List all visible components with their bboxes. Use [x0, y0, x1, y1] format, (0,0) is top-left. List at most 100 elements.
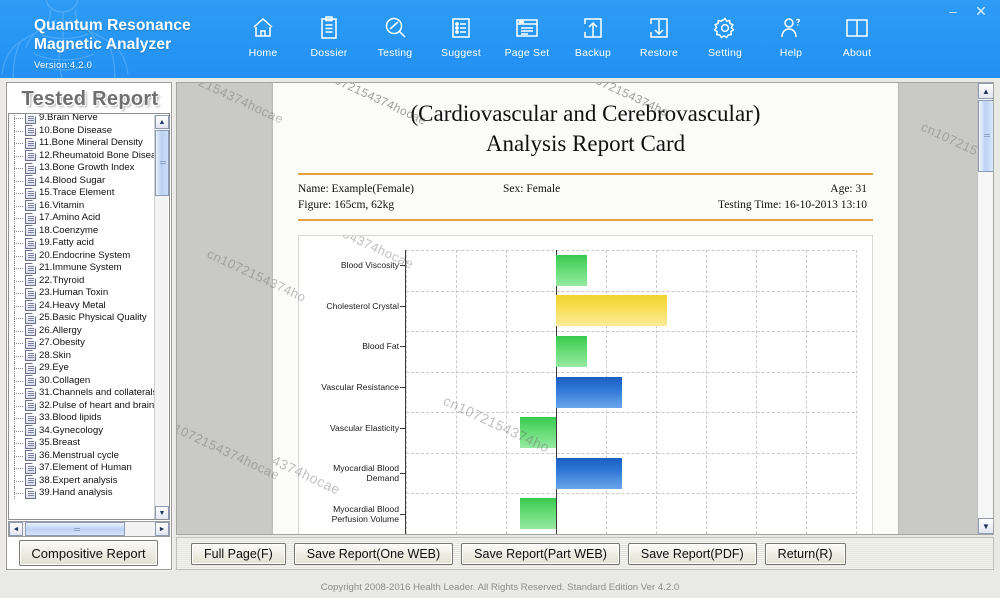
nav-backup-label: Backup: [575, 47, 611, 59]
tree-item[interactable]: 12.Rheumatoid Bone Disease: [13, 150, 155, 163]
tree-item-label: 9.Brain Nerve: [39, 113, 98, 124]
tree-item-label: 11.Bone Mineral Density: [39, 137, 143, 149]
minimize-button[interactable]: –: [940, 2, 966, 20]
compositive-report-button[interactable]: Compositive Report: [19, 540, 158, 566]
chart-y-tick: [400, 473, 406, 474]
tree-item[interactable]: 26.Allergy: [13, 325, 155, 338]
tree-item[interactable]: 14.Blood Sugar: [13, 175, 155, 188]
tree-item[interactable]: 37.Element of Human: [13, 462, 155, 475]
window-controls: – ✕: [940, 2, 994, 20]
nav-testing-label: Testing: [378, 47, 413, 59]
document-icon: [25, 250, 36, 261]
tree-item[interactable]: 9.Brain Nerve: [13, 113, 155, 125]
tree-item[interactable]: 27.Obesity: [13, 337, 155, 350]
tree-branch-icon: [13, 350, 25, 362]
document-icon: [25, 275, 36, 286]
scroll-left-button[interactable]: ◄: [9, 522, 23, 536]
tree-item[interactable]: 22.Thyroid: [13, 275, 155, 288]
tree-branch-icon: [13, 387, 25, 399]
document-icon: [25, 313, 36, 324]
report-page: (Cardiovascular and Cerebrovascular) Ana…: [273, 83, 898, 535]
nav-home[interactable]: Home: [230, 12, 296, 70]
report-scroll-up-button[interactable]: ▲: [978, 83, 994, 99]
tree-hscroll-thumb[interactable]: [25, 522, 125, 536]
scroll-right-button[interactable]: ►: [155, 522, 169, 536]
tree-item[interactable]: 33.Blood lipids: [13, 412, 155, 425]
tree-item[interactable]: 13.Bone Growth Index: [13, 162, 155, 175]
tree-branch-icon: [13, 462, 25, 474]
save-report-part-web-button[interactable]: Save Report(Part WEB): [461, 543, 620, 565]
tree-item[interactable]: 32.Pulse of heart and brain: [13, 400, 155, 413]
tree-item[interactable]: 19.Fatty acid: [13, 237, 155, 250]
full-page-button[interactable]: Full Page(F): [191, 543, 286, 565]
nav-page-set[interactable]: Page Set: [494, 12, 560, 70]
tree-item[interactable]: 29.Eye: [13, 362, 155, 375]
tree-item-label: 20.Endocrine System: [39, 250, 130, 262]
document-icon: [25, 263, 36, 274]
document-icon: [25, 213, 36, 224]
tree-branch-icon: [13, 212, 25, 224]
tree-branch-icon: [13, 125, 25, 137]
tree-item-label: 30.Collagen: [39, 375, 90, 387]
close-button[interactable]: ✕: [968, 2, 994, 20]
scroll-up-button[interactable]: ▲: [155, 115, 169, 129]
return-button[interactable]: Return(R): [765, 543, 846, 565]
tree-item[interactable]: 11.Bone Mineral Density: [13, 137, 155, 150]
report-tree-list[interactable]: 9.Brain Nerve10.Bone Disease11.Bone Mine…: [9, 113, 155, 517]
tree-item[interactable]: 36.Menstrual cycle: [13, 450, 155, 463]
tree-scroll-thumb[interactable]: [155, 130, 169, 196]
tree-item[interactable]: 39.Hand analysis: [13, 487, 155, 500]
scroll-down-button[interactable]: ▼: [155, 506, 169, 520]
tree-vertical-scrollbar[interactable]: ▲ ▼: [154, 115, 168, 520]
tree-branch-icon: [13, 250, 25, 262]
save-report-pdf-button[interactable]: Save Report(PDF): [628, 543, 757, 565]
nav-about[interactable]: About: [824, 12, 890, 70]
document-icon: [25, 288, 36, 299]
tree-item[interactable]: 23.Human Toxin: [13, 287, 155, 300]
chart-y-label-text: Vascular Elasticity: [330, 423, 399, 433]
tree-branch-icon: [13, 200, 25, 212]
clipboard-icon: [313, 12, 345, 44]
tree-item-label: 31.Channels and collaterals: [39, 387, 155, 399]
nav-dossier[interactable]: Dossier: [296, 12, 362, 70]
tree-item[interactable]: 31.Channels and collaterals: [13, 387, 155, 400]
chart-y-label: Blood Viscosity: [310, 260, 406, 270]
report-tree[interactable]: 9.Brain Nerve10.Bone Disease11.Bone Mine…: [8, 113, 170, 520]
patient-info-row-2: Figure: 165cm, 62kg Testing Time: 16-10-…: [298, 197, 873, 213]
tree-item[interactable]: 38.Expert analysis: [13, 475, 155, 488]
document-icon: [25, 175, 36, 186]
tree-item[interactable]: 16.Vitamin: [13, 200, 155, 213]
save-report-one-web-button[interactable]: Save Report(One WEB): [294, 543, 453, 565]
tree-branch-icon: [13, 150, 25, 162]
tree-item[interactable]: 10.Bone Disease: [13, 125, 155, 138]
magnifier-icon: [379, 12, 411, 44]
nav-backup[interactable]: Backup: [560, 12, 626, 70]
tree-item[interactable]: 17.Amino Acid: [13, 212, 155, 225]
list-icon: [445, 12, 477, 44]
chart-y-label: Blood Fat: [310, 341, 406, 351]
tree-branch-icon: [13, 225, 25, 237]
tree-item[interactable]: 35.Breast: [13, 437, 155, 450]
report-scroll-thumb[interactable]: [978, 100, 994, 172]
tree-item[interactable]: 30.Collagen: [13, 375, 155, 388]
nav-suggest[interactable]: Suggest: [428, 12, 494, 70]
tree-item[interactable]: 21.Immune System: [13, 262, 155, 275]
tree-item[interactable]: 18.Coenzyme: [13, 225, 155, 238]
report-scroll-down-button[interactable]: ▼: [978, 518, 994, 534]
tree-item[interactable]: 24.Heavy Metal: [13, 300, 155, 313]
tree-item[interactable]: 34.Gynecology: [13, 425, 155, 438]
nav-help[interactable]: Help: [758, 12, 824, 70]
tree-horizontal-scrollbar[interactable]: ◄ ►: [8, 521, 170, 537]
chart-bar: [556, 255, 587, 286]
tree-item[interactable]: 20.Endocrine System: [13, 250, 155, 263]
nav-setting[interactable]: Setting: [692, 12, 758, 70]
nav-restore-label: Restore: [640, 47, 678, 59]
tree-item-label: 23.Human Toxin: [39, 287, 108, 299]
nav-testing[interactable]: Testing: [362, 12, 428, 70]
nav-restore[interactable]: Restore: [626, 12, 692, 70]
document-icon: [25, 363, 36, 374]
report-vertical-scrollbar[interactable]: ▲ ▼: [977, 83, 993, 534]
tree-item[interactable]: 25.Basic Physical Quality: [13, 312, 155, 325]
tree-item[interactable]: 15.Trace Element: [13, 187, 155, 200]
tree-item[interactable]: 28.Skin: [13, 350, 155, 363]
